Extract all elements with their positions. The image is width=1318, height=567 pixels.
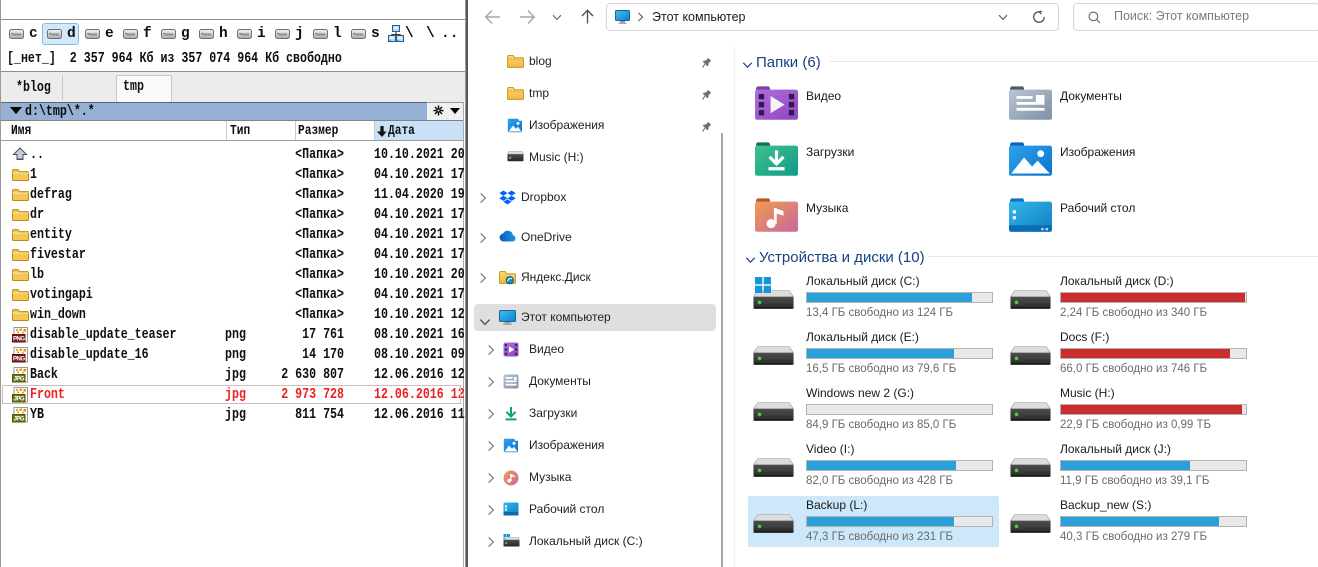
svg-text:JPG: JPG — [14, 417, 25, 423]
svg-text:JPG: JPG — [14, 377, 25, 383]
svg-text:PNG: PNG — [13, 357, 25, 363]
svg-text:PNG: PNG — [13, 337, 25, 343]
